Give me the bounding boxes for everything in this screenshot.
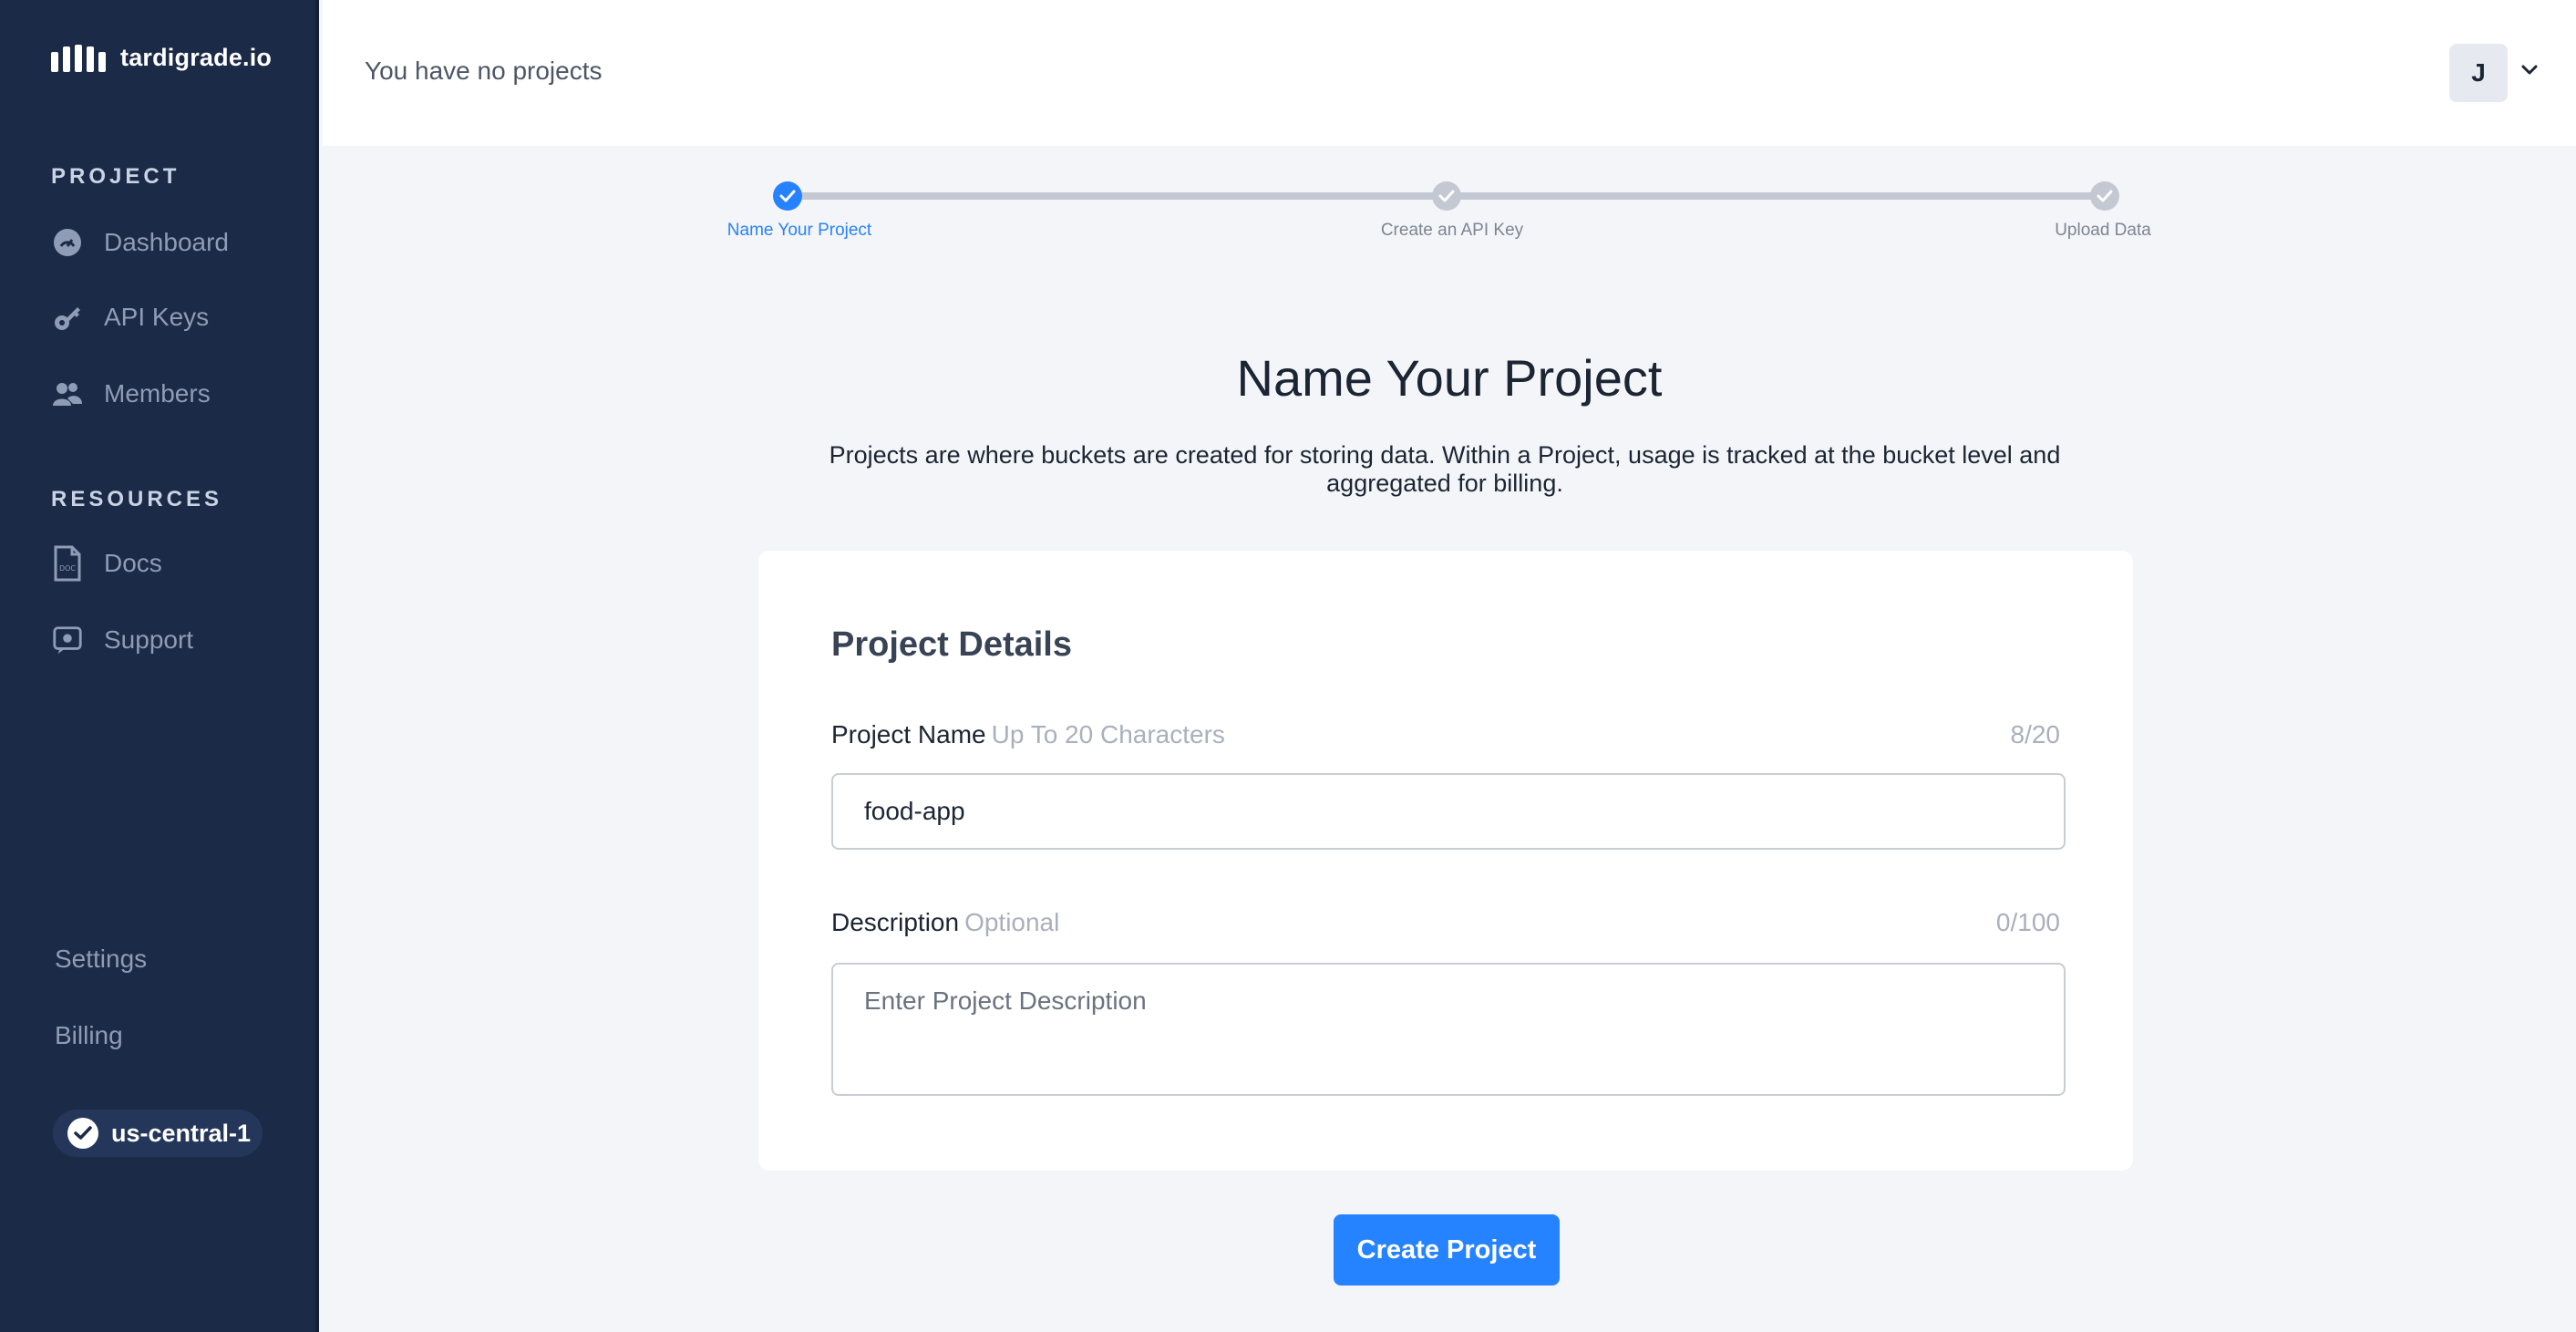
- members-icon: [51, 377, 84, 410]
- sidebar-item-label: API Keys: [104, 303, 210, 331]
- sidebar-item-support[interactable]: Support: [51, 624, 193, 656]
- region-label: us-central-1: [111, 1119, 252, 1147]
- sidebar-item-label: Dashboard: [104, 228, 229, 256]
- description-input[interactable]: [831, 963, 2066, 1096]
- region-selector[interactable]: us-central-1: [53, 1110, 263, 1157]
- page-description: Projects are where buckets are created f…: [829, 441, 2061, 497]
- project-name-label-text: Project Name: [831, 720, 986, 749]
- sidebar-item-docs[interactable]: DOC Docs: [51, 545, 162, 582]
- tardigrade-logo-icon: [51, 44, 106, 72]
- step-label-name-project: Name Your Project: [726, 221, 872, 240]
- step-2-check-icon: [1432, 181, 1461, 211]
- card-title: Project Details: [831, 625, 1072, 664]
- project-name-label: Project Name Up To 20 Characters: [831, 720, 1225, 749]
- support-icon: [51, 624, 84, 656]
- description-label-text: Description: [831, 908, 960, 936]
- sidebar-item-api-keys[interactable]: API Keys: [51, 301, 209, 334]
- sidebar-item-label: Members: [104, 379, 211, 408]
- avatar[interactable]: J: [2449, 44, 2508, 102]
- sidebar-item-dashboard[interactable]: Dashboard: [51, 226, 229, 259]
- create-project-button[interactable]: Create Project: [1334, 1214, 1560, 1286]
- step-label-upload-data: Upload Data: [2055, 221, 2151, 240]
- sidebar-item-label: Support: [104, 625, 194, 654]
- project-details-card: Project Details Project Name Up To 20 Cha…: [758, 551, 2133, 1171]
- page-title: Name Your Project: [1236, 349, 1663, 407]
- step-3-check-icon: [2090, 181, 2119, 211]
- description-char-count: 0/100: [1995, 908, 2060, 936]
- chevron-down-icon[interactable]: [2521, 64, 2538, 80]
- description-hint: Optional: [964, 908, 1060, 936]
- project-name-input[interactable]: [831, 773, 2066, 850]
- top-header: You have no projects J: [323, 0, 2576, 146]
- key-icon: [51, 301, 84, 334]
- svg-text:DOC: DOC: [59, 564, 76, 573]
- dashboard-icon: [51, 226, 84, 259]
- sidebar-item-settings[interactable]: Settings: [55, 945, 147, 974]
- sidebar: tardigrade.io PROJECT Dashboard API Keys…: [0, 0, 319, 1332]
- section-title-resources: RESOURCES: [51, 487, 223, 511]
- project-selector-label[interactable]: You have no projects: [365, 57, 603, 86]
- project-name-char-count: 8/20: [2010, 720, 2061, 749]
- logo-text: tardigrade.io: [120, 44, 273, 71]
- logo[interactable]: tardigrade.io: [51, 44, 272, 72]
- step-label-api-key: Create an API Key: [1380, 221, 1524, 240]
- description-label: Description Optional: [831, 908, 1059, 937]
- step-1-check-icon: [773, 181, 802, 211]
- project-name-hint: Up To 20 Characters: [991, 720, 1225, 749]
- sidebar-item-label: Docs: [104, 549, 162, 577]
- check-circle-icon: [67, 1118, 98, 1149]
- sidebar-item-members[interactable]: Members: [51, 377, 211, 410]
- doc-icon: DOC: [51, 545, 84, 582]
- section-title-project: PROJECT: [51, 164, 180, 189]
- sidebar-item-billing[interactable]: Billing: [55, 1021, 123, 1050]
